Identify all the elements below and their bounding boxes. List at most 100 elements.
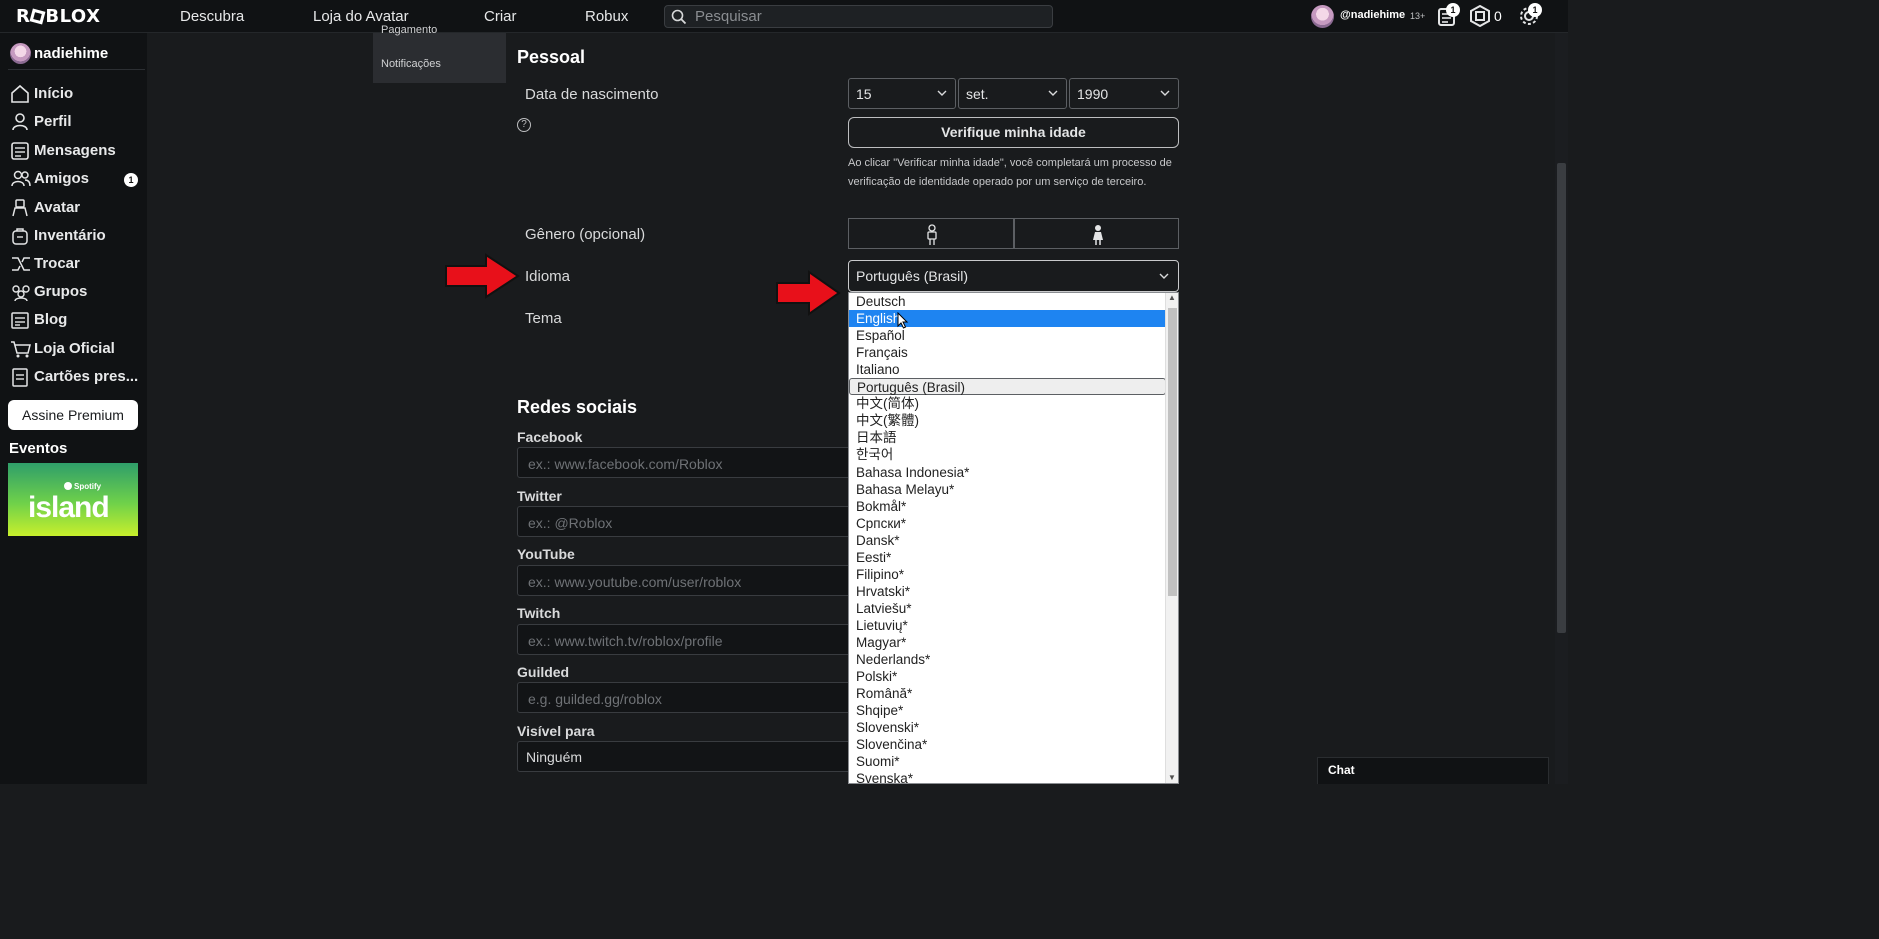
search-icon (671, 9, 687, 25)
shop-icon (11, 341, 31, 358)
language-option[interactable]: Latviešu* (849, 600, 1166, 617)
scrollbar-thumb[interactable] (1168, 308, 1177, 596)
language-option[interactable]: Magyar* (849, 634, 1166, 651)
language-option[interactable]: Lietuvių* (849, 617, 1166, 634)
twitter-input[interactable]: ex.: @Roblox (517, 506, 852, 537)
search-box[interactable] (664, 5, 1053, 28)
sidebar-item-official-store[interactable]: Loja Oficial (8, 336, 145, 362)
language-option[interactable]: Slovenčina* (849, 736, 1166, 753)
visible-to-select[interactable]: Ninguém (517, 741, 852, 772)
language-option[interactable]: Slovenski* (849, 719, 1166, 736)
birth-month-select[interactable]: set. (958, 78, 1067, 109)
roblox-logo[interactable]: R BLOX (16, 6, 100, 27)
robux-button[interactable] (1470, 4, 1490, 32)
nav-avatar-shop[interactable]: Loja do Avatar (313, 8, 409, 25)
language-option[interactable]: 中文(简体) (849, 395, 1166, 412)
search-input[interactable] (693, 8, 1043, 25)
language-option[interactable]: Polski* (849, 668, 1166, 685)
sidebar-item-avatar[interactable]: Avatar (8, 195, 145, 221)
sidebar-item-friends[interactable]: Amigos 1 (8, 166, 145, 192)
gender-female-button[interactable] (1014, 218, 1179, 249)
help-icon[interactable]: ? (517, 118, 531, 132)
sidebar-item-groups[interactable]: Grupos (8, 279, 145, 305)
groups-icon (12, 285, 30, 302)
scroll-up-icon[interactable]: ▲ (1168, 293, 1176, 302)
sidebar-item-label: Mensagens (34, 142, 116, 159)
language-label: Idioma (525, 268, 571, 285)
user-name[interactable]: @nadiehime (1340, 9, 1405, 21)
chevron-down-icon (1159, 273, 1169, 279)
settings-menu-item-notifications[interactable]: Notificações (381, 58, 441, 70)
language-option[interactable]: Română* (849, 685, 1166, 702)
language-dropdown-list[interactable]: Deutsch English Español Français Italiano Por… (848, 292, 1179, 784)
language-option[interactable]: Français (849, 344, 1166, 361)
guilded-input[interactable]: e.g. guilded.gg/roblox (517, 682, 852, 713)
language-option[interactable]: 日本語 (849, 429, 1166, 446)
language-option[interactable]: Bahasa Indonesia* (849, 464, 1166, 481)
gift-card-icon (12, 368, 28, 387)
language-option[interactable]: Svenska* (849, 770, 1166, 783)
gender-male-button[interactable] (848, 218, 1014, 249)
verify-age-button[interactable]: Verifique minha idade (848, 117, 1179, 148)
language-option[interactable]: Suomi* (849, 753, 1166, 770)
birth-year-select[interactable]: 1990 (1069, 78, 1179, 109)
language-option[interactable]: Nederlands* (849, 651, 1166, 668)
left-sidebar: nadiehime Início Perfil Mensagens Amigos… (0, 33, 147, 784)
premium-button[interactable]: Assine Premium (8, 400, 138, 430)
scrollbar-thumb[interactable] (1557, 163, 1566, 633)
sidebar-item-inventory[interactable]: Inventário (8, 223, 145, 249)
sidebar-item-label: Avatar (34, 199, 81, 216)
language-option[interactable]: Bahasa Melayu* (849, 481, 1166, 498)
language-option[interactable]: Español (849, 327, 1166, 344)
youtube-input[interactable]: ex.: www.youtube.com/user/roblox (517, 565, 852, 596)
language-value: Português (Brasil) (856, 268, 969, 284)
page-scrollbar[interactable] (1555, 33, 1568, 784)
language-select[interactable]: Português (Brasil) (848, 260, 1179, 292)
twitter-placeholder: ex.: @Roblox (528, 515, 613, 531)
theme-label: Tema (525, 310, 562, 327)
language-option[interactable]: Português (Brasil) (849, 378, 1166, 396)
settings-badge: 1 (1528, 3, 1542, 17)
chevron-down-icon (937, 90, 947, 96)
nav-discover[interactable]: Descubra (180, 8, 244, 25)
language-option[interactable]: 中文(繁體) (849, 412, 1166, 429)
sidebar-item-trade[interactable]: Trocar (8, 251, 145, 277)
sidebar-item-blog[interactable]: Blog (8, 307, 145, 333)
sidebar-item-gift-cards[interactable]: Cartões pres... (8, 364, 145, 390)
home-icon (11, 84, 29, 103)
language-option[interactable]: Српски* (849, 515, 1166, 532)
divider (8, 69, 145, 70)
birth-day-select[interactable]: 15 (848, 78, 956, 109)
notifications-button[interactable]: 1 (1437, 3, 1460, 32)
language-option[interactable]: Deutsch (849, 293, 1166, 310)
settings-menu-item-payment[interactable]: Pagamento (381, 24, 437, 36)
inventory-icon (12, 228, 28, 245)
facebook-input[interactable]: ex.: www.facebook.com/Roblox (517, 447, 852, 478)
female-icon (1093, 225, 1103, 245)
mouse-cursor-icon (897, 312, 909, 329)
chat-tab[interactable]: Chat (1317, 757, 1549, 784)
sidebar-item-messages[interactable]: Mensagens (8, 138, 145, 164)
language-option[interactable]: Dansk* (849, 532, 1166, 549)
birth-year-value: 1990 (1077, 86, 1109, 102)
visible-to-value: Ninguém (526, 749, 583, 765)
user-avatar[interactable] (1311, 5, 1334, 28)
settings-button[interactable]: 1 (1518, 3, 1542, 32)
nav-robux[interactable]: Robux (585, 8, 628, 25)
nav-create[interactable]: Criar (484, 8, 517, 25)
language-option[interactable]: Shqipe* (849, 702, 1166, 719)
profile-icon (12, 113, 28, 131)
language-option[interactable]: Filipino* (849, 566, 1166, 583)
language-option[interactable]: Eesti* (849, 549, 1166, 566)
birth-month-value: set. (966, 86, 989, 102)
twitch-input[interactable]: ex.: www.twitch.tv/roblox/profile (517, 624, 852, 655)
sidebar-item-profile[interactable]: Perfil (8, 109, 145, 135)
language-option[interactable]: Hrvatski* (849, 583, 1166, 600)
language-option[interactable]: Italiano (849, 361, 1166, 378)
dropdown-scrollbar[interactable]: ▲ ▼ (1165, 293, 1178, 783)
sidebar-item-home[interactable]: Início (8, 81, 145, 107)
scroll-down-icon[interactable]: ▼ (1168, 773, 1176, 782)
language-option[interactable]: Bokmål* (849, 498, 1166, 515)
language-option[interactable]: 한국어 (849, 446, 1166, 463)
event-banner[interactable]: Spotify island (8, 463, 138, 536)
